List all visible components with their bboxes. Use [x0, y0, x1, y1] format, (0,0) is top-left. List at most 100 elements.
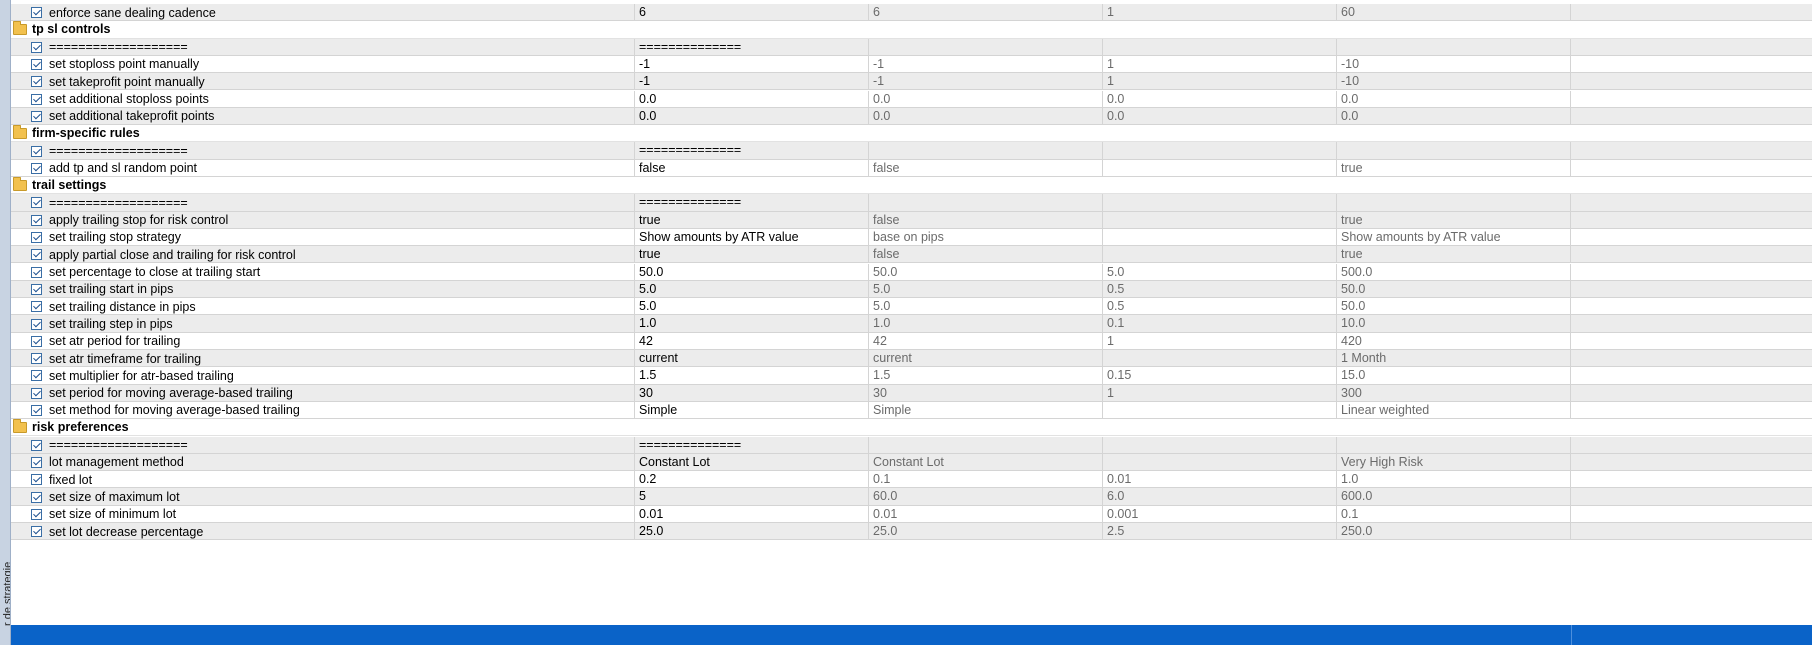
separator-row[interactable]: =================== ==============	[11, 38, 1812, 56]
value-cell[interactable]: 25.0	[635, 523, 869, 541]
value-cell[interactable]: 5.0	[635, 280, 869, 299]
checkbox-icon[interactable]	[31, 301, 42, 313]
parameter-name-cell: set atr period for trailing	[11, 332, 635, 350]
value-cell[interactable]: ==============	[635, 194, 869, 212]
parameter-row[interactable]: set trailing step in pips 1.0 1.0 0.1 10.0	[11, 315, 1812, 333]
value-cell[interactable]: -1	[635, 55, 869, 74]
parameter-row[interactable]: set size of maximum lot 5 60.0 6.0 600.0	[11, 488, 1812, 506]
parameter-row[interactable]: set multiplier for atr-based trailing 1.5…	[11, 367, 1812, 385]
value-cell[interactable]: 0.2	[635, 471, 869, 489]
value-cell[interactable]: current	[635, 350, 869, 368]
parameter-row[interactable]: fixed lot 0.2 0.1 0.01 1.0	[11, 471, 1812, 489]
step-cell	[1103, 350, 1337, 368]
parameter-row[interactable]: set takeprofit point manually -1 -1 1 -10	[11, 73, 1812, 91]
group-header[interactable]: firm-specific rules	[11, 125, 1812, 143]
checkbox-icon[interactable]	[31, 508, 42, 520]
value-cell[interactable]: true	[635, 246, 869, 264]
value-cell[interactable]: 0.0	[635, 107, 869, 126]
checkbox-icon[interactable]	[31, 162, 42, 174]
checkbox-icon[interactable]	[31, 59, 42, 71]
parameter-row[interactable]: apply trailing stop for risk control true…	[11, 211, 1812, 229]
group-header[interactable]: tp sl controls	[11, 21, 1812, 39]
parameter-row[interactable]: set lot decrease percentage 25.0 25.0 2.5 25…	[11, 523, 1812, 541]
separator-row[interactable]: =================== ==============	[11, 194, 1812, 212]
parameter-row[interactable]: set stoploss point manually -1 -1 1 -10	[11, 55, 1812, 74]
value-cell[interactable]: Simple	[635, 401, 869, 420]
separator-row[interactable]: =================== ==============	[11, 436, 1812, 454]
checkbox-icon[interactable]	[31, 197, 42, 209]
parameter-row[interactable]: set atr period for trailing 42 42 1 420	[11, 332, 1812, 350]
extra-cell	[1571, 229, 1812, 246]
extra-cell	[1571, 506, 1812, 523]
value-cell[interactable]: -1	[635, 73, 869, 91]
group-header[interactable]: trail settings	[11, 177, 1812, 195]
value-cell[interactable]: 50.0	[635, 263, 869, 281]
parameter-name-cell: set period for moving average-based trai…	[11, 384, 635, 402]
value-cell[interactable]: 42	[635, 332, 869, 350]
value-cell[interactable]: 30	[635, 384, 869, 402]
stop-cell: 15.0	[1337, 367, 1571, 385]
parameter-row[interactable]: lot management method Constant Lot Constan…	[11, 453, 1812, 472]
checkbox-icon[interactable]	[31, 145, 42, 157]
parameter-row[interactable]: set percentage to close at trailing star…	[11, 263, 1812, 281]
parameter-row[interactable]: apply partial close and trailing for ris…	[11, 246, 1812, 264]
parameter-row[interactable]: set trailing stop strategy Show amounts b…	[11, 228, 1812, 247]
checkbox-icon[interactable]	[31, 439, 42, 451]
parameter-row[interactable]: set additional takeprofit points 0.0 0.0 0.…	[11, 107, 1812, 126]
parameter-row[interactable]: set atr timeframe for trailing current cur…	[11, 350, 1812, 368]
value-cell[interactable]: 0.0	[635, 90, 869, 108]
value-cell[interactable]: 1.5	[635, 367, 869, 385]
selected-row-bar[interactable]	[11, 625, 1812, 645]
value-cell[interactable]: Show amounts by ATR value	[635, 228, 869, 247]
checkbox-icon[interactable]	[31, 335, 42, 347]
start-cell: 0.1	[869, 471, 1103, 489]
checkbox-icon[interactable]	[31, 318, 42, 330]
side-panel-tab[interactable]: r de strategie	[0, 0, 11, 645]
checkbox-icon[interactable]	[31, 387, 42, 399]
checkbox-icon[interactable]	[31, 491, 42, 503]
group-header[interactable]: risk preferences	[11, 419, 1812, 437]
parameter-row[interactable]: set trailing distance in pips 5.0 5.0 0.5 50…	[11, 298, 1812, 316]
step-cell	[1103, 246, 1337, 264]
parameter-row[interactable]: set method for moving average-based trai…	[11, 401, 1812, 420]
checkbox-icon[interactable]	[31, 41, 42, 53]
value-cell[interactable]: 5.0	[635, 298, 869, 316]
checkbox-icon[interactable]	[31, 405, 42, 417]
value-cell[interactable]: ==============	[635, 142, 869, 160]
separator-row[interactable]: =================== ==============	[11, 142, 1812, 160]
checkbox-icon[interactable]	[31, 353, 42, 365]
parameter-row[interactable]: set period for moving average-based trai…	[11, 384, 1812, 402]
value-cell[interactable]: false	[635, 159, 869, 177]
value-cell[interactable]: Constant Lot	[635, 453, 869, 472]
checkbox-icon[interactable]	[31, 249, 42, 261]
start-cell	[869, 436, 1103, 454]
parameter-row[interactable]: set size of minimum lot 0.01 0.01 0.001 0.1	[11, 505, 1812, 523]
checkbox-icon[interactable]	[31, 526, 42, 538]
checkbox-icon[interactable]	[31, 283, 42, 295]
value-cell[interactable]: ==============	[635, 436, 869, 454]
checkbox-icon[interactable]	[31, 266, 42, 278]
checkbox-icon[interactable]	[31, 110, 42, 122]
checkbox-icon[interactable]	[31, 93, 42, 105]
parameter-row[interactable]: add tp and sl random point false false true	[11, 159, 1812, 177]
parameter-name-cell: set atr timeframe for trailing	[11, 350, 635, 368]
parameter-row[interactable]: set additional stoploss points 0.0 0.0 0.0 0…	[11, 90, 1812, 108]
parameter-name: set period for moving average-based trai…	[49, 386, 293, 401]
value-cell[interactable]: 1.0	[635, 315, 869, 333]
value-cell[interactable]: ==============	[635, 38, 869, 56]
checkbox-icon[interactable]	[31, 214, 42, 226]
value-cell[interactable]: 6	[635, 4, 869, 22]
value-cell[interactable]: true	[635, 211, 869, 229]
checkbox-icon[interactable]	[31, 370, 42, 382]
value-cell[interactable]: 5	[635, 488, 869, 506]
checkbox-icon[interactable]	[31, 232, 42, 244]
stop-cell: 50.0	[1337, 298, 1571, 316]
value-cell[interactable]: 0.01	[635, 505, 869, 523]
checkbox-icon[interactable]	[31, 456, 42, 468]
step-cell: 0.0	[1103, 107, 1337, 126]
checkbox-icon[interactable]	[31, 76, 42, 88]
checkbox-icon[interactable]	[31, 7, 42, 19]
checkbox-icon[interactable]	[31, 474, 42, 486]
parameter-row[interactable]: set trailing start in pips 5.0 5.0 0.5 50.0	[11, 280, 1812, 299]
parameter-row[interactable]: enforce sane dealing cadence 6 6 1 60	[11, 4, 1812, 22]
